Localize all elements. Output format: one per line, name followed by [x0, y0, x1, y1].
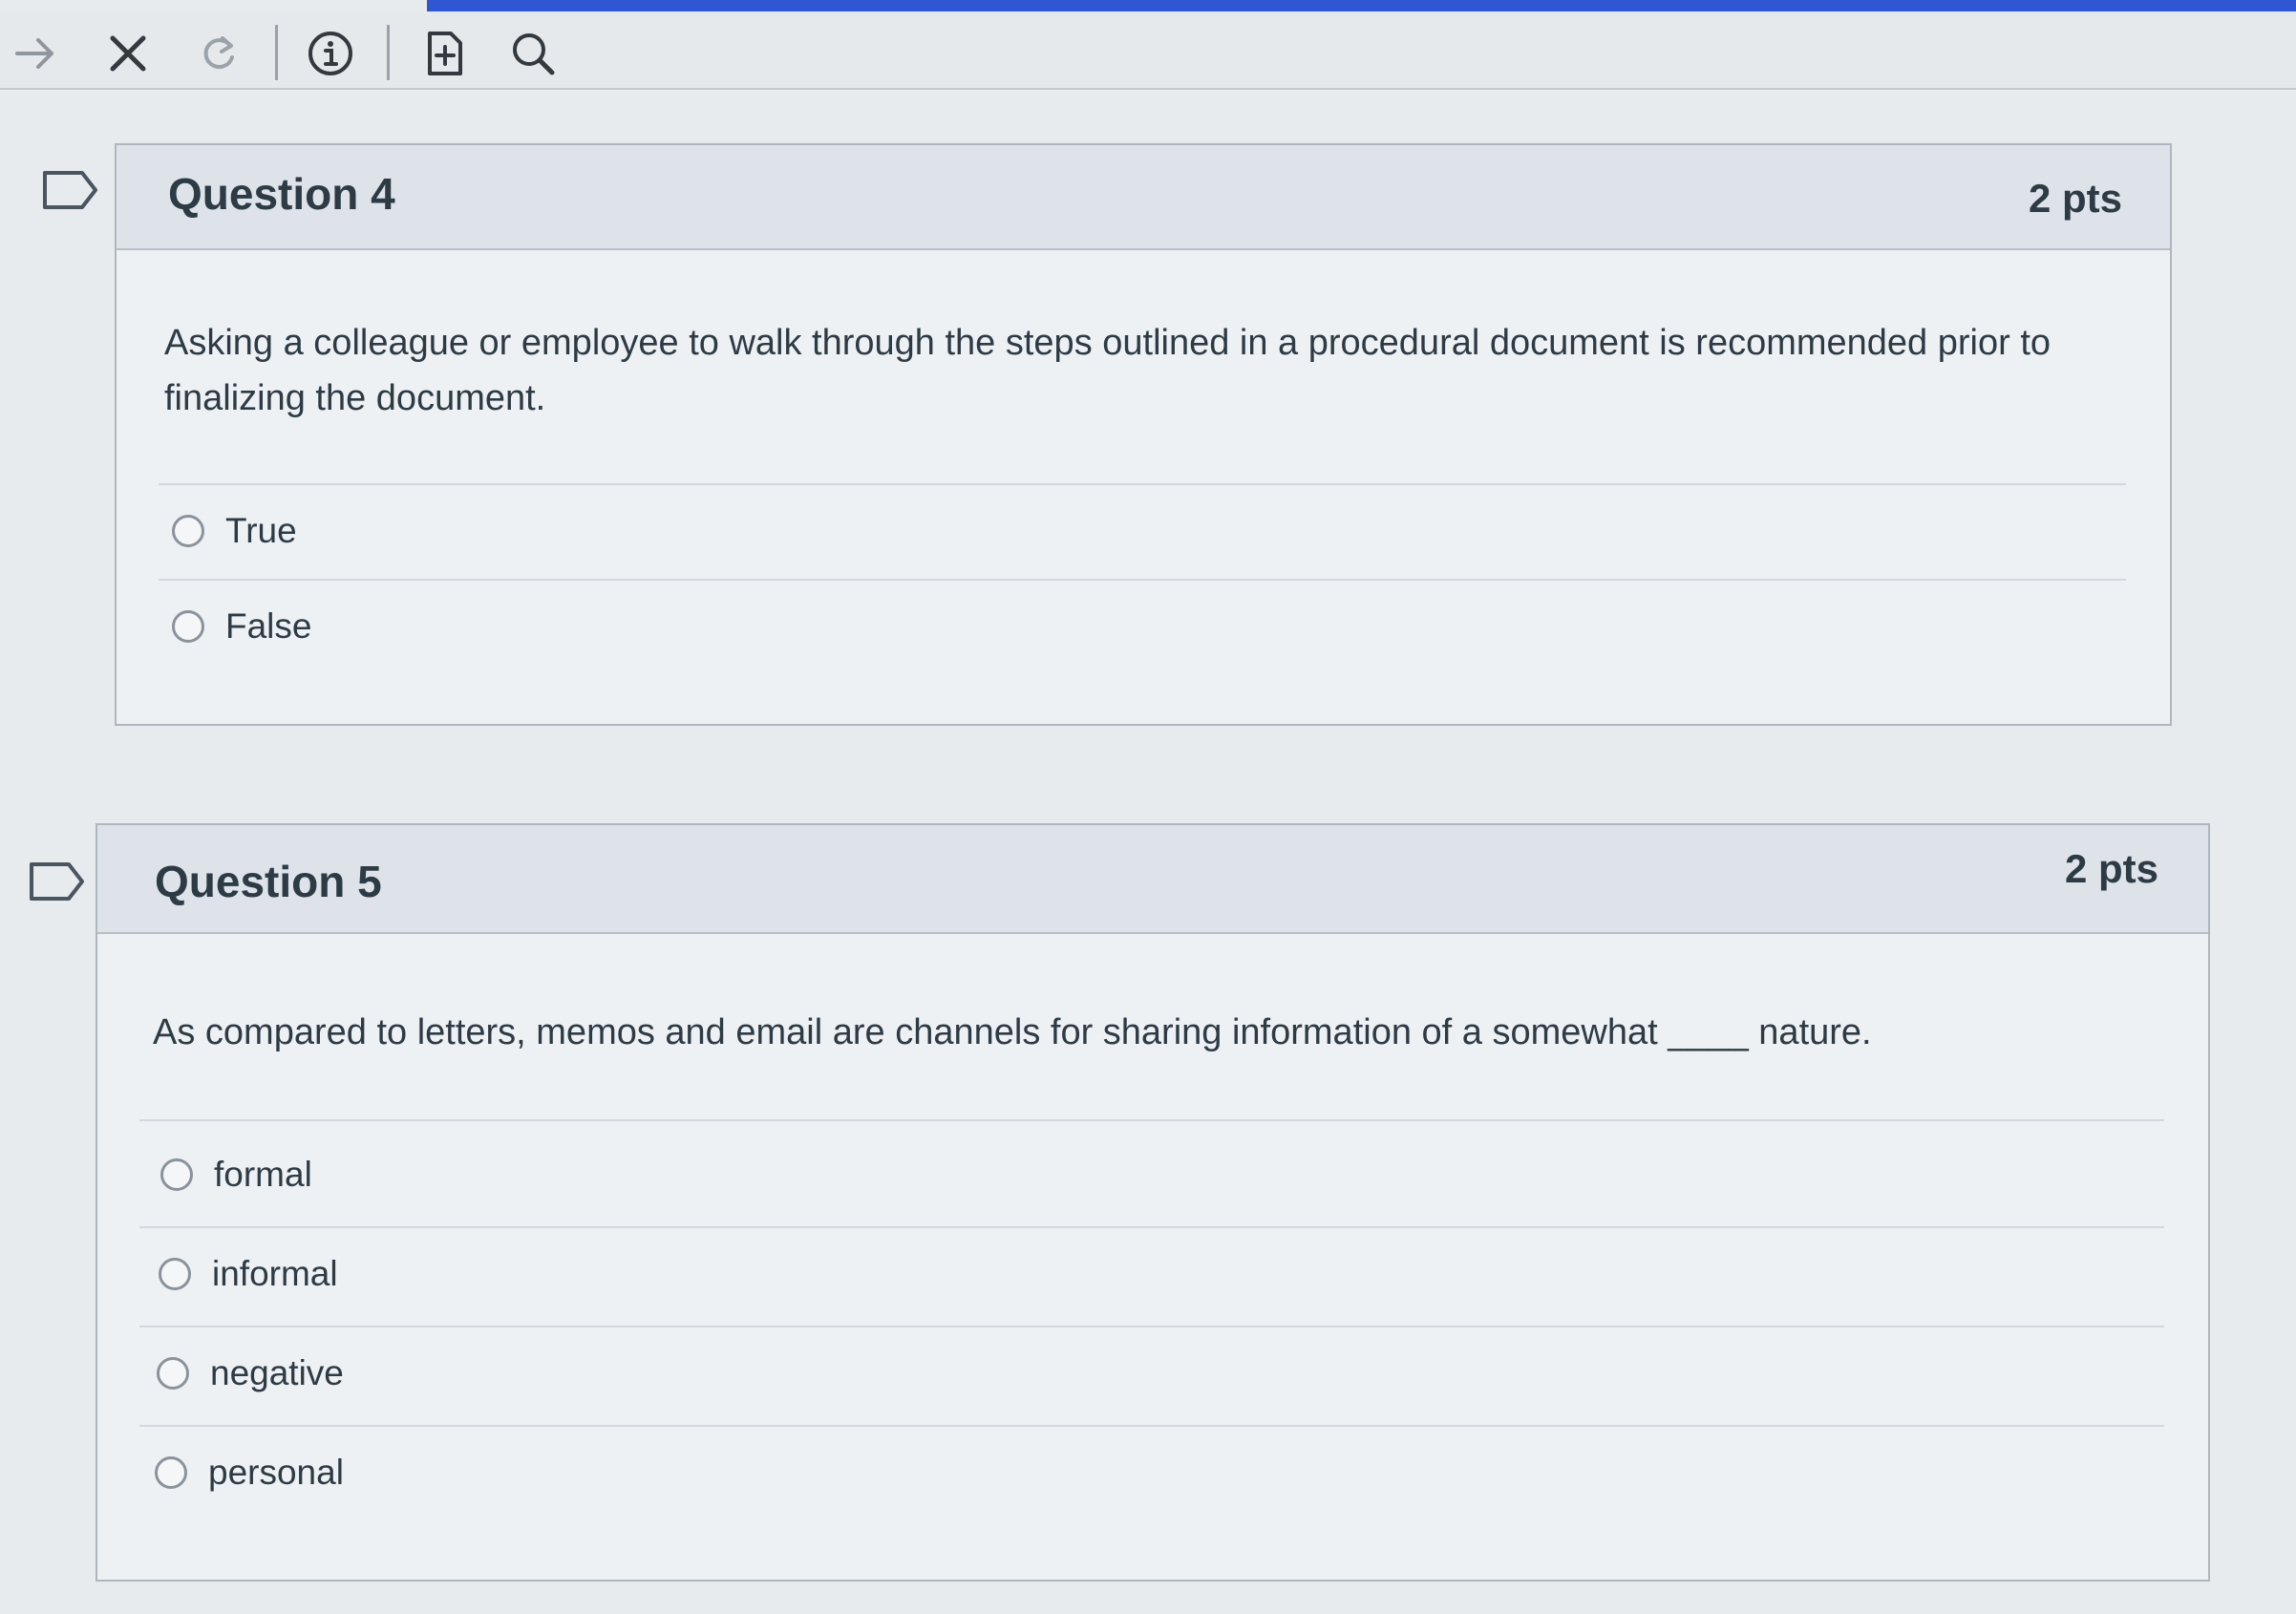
- search-icon[interactable]: [500, 21, 565, 86]
- info-icon[interactable]: [298, 21, 363, 86]
- answer-option[interactable]: False: [172, 592, 311, 661]
- reload-icon[interactable]: [186, 21, 251, 86]
- answer-option[interactable]: informal: [159, 1240, 338, 1308]
- question-4-text: Asking a colleague or employee to walk t…: [164, 323, 2052, 418]
- question-4-header: Question 4 2 pts: [117, 145, 2170, 250]
- answer-divider: [139, 1119, 2164, 1121]
- answer-label: personal: [208, 1453, 344, 1492]
- answer-option[interactable]: True: [172, 497, 297, 565]
- answer-option[interactable]: personal: [155, 1438, 344, 1507]
- answer-label: informal: [212, 1254, 338, 1293]
- flag-question-icon[interactable]: [29, 861, 86, 902]
- toolbar: [0, 11, 2296, 90]
- toolbar-separator: [275, 25, 278, 80]
- radio-button[interactable]: [172, 515, 204, 547]
- answer-divider: [139, 1226, 2164, 1228]
- answer-label: formal: [214, 1155, 312, 1194]
- answer-label: negative: [210, 1353, 344, 1392]
- answer-option[interactable]: formal: [160, 1140, 312, 1209]
- answer-label: True: [225, 511, 297, 550]
- close-icon[interactable]: [96, 21, 160, 86]
- toolbar-separator: [387, 25, 390, 80]
- answer-option[interactable]: negative: [157, 1339, 344, 1408]
- question-4-points: 2 pts: [2028, 176, 2122, 221]
- question-4-title: Question 4: [168, 169, 395, 219]
- browser-accent-strip: [427, 0, 2296, 11]
- answer-divider: [139, 1425, 2164, 1427]
- flag-question-icon[interactable]: [42, 170, 99, 210]
- radio-button[interactable]: [160, 1158, 193, 1191]
- question-4-card: Question 4 2 pts Asking a colleague or e…: [115, 143, 2172, 726]
- radio-button[interactable]: [155, 1456, 187, 1489]
- forward-arrow-icon[interactable]: [4, 21, 69, 86]
- answer-divider: [139, 1326, 2164, 1327]
- radio-button[interactable]: [172, 610, 204, 643]
- answer-divider: [159, 579, 2126, 581]
- answer-divider: [159, 483, 2126, 485]
- radio-button[interactable]: [157, 1357, 189, 1390]
- radio-button[interactable]: [159, 1258, 191, 1290]
- question-5-title: Question 5: [155, 857, 382, 906]
- question-5-text: As compared to letters, memos and email …: [153, 1012, 1872, 1052]
- answer-label: False: [225, 606, 312, 646]
- question-5-header: Question 5 2 pts: [97, 825, 2208, 934]
- question-5-points: 2 pts: [2064, 846, 2158, 891]
- add-page-icon[interactable]: [413, 21, 478, 86]
- question-5-card: Question 5 2 pts As compared to letters,…: [96, 823, 2210, 1582]
